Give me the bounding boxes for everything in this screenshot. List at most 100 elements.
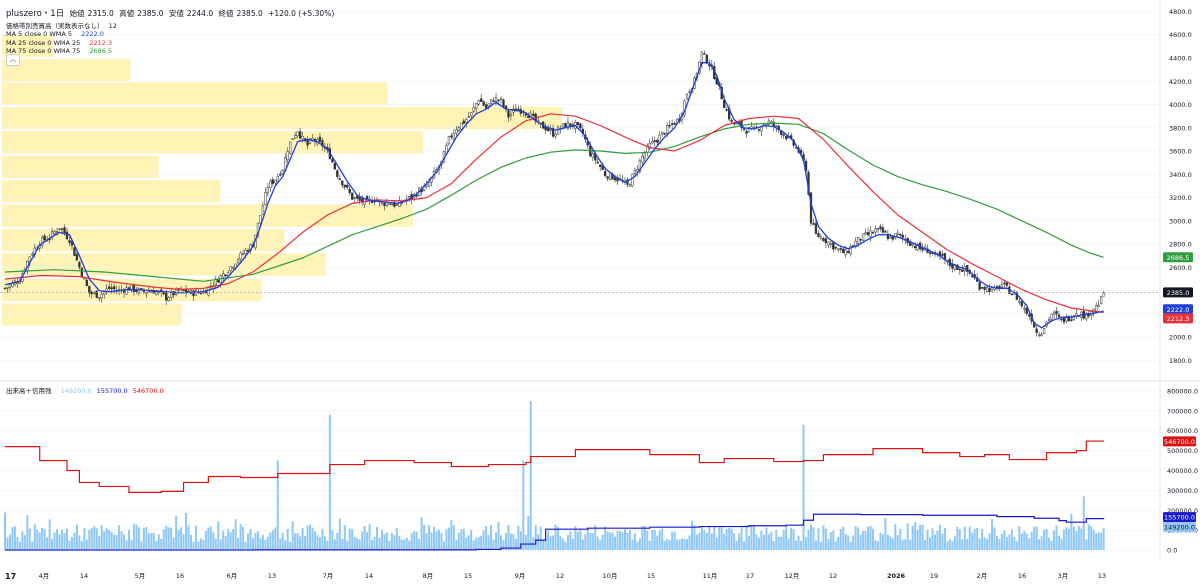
candle-body <box>455 129 458 134</box>
volume-bar <box>938 524 941 551</box>
ma5-legend[interactable]: MA 5 close 0 WMA 5 2222.0 <box>6 30 107 38</box>
ma25-value: 2212.3 <box>89 39 113 47</box>
volume-bar <box>100 525 103 551</box>
volume-bar <box>810 524 812 551</box>
volume-axis[interactable]: 800000.0 700000.0 600000.0 500000.0 400000.0… <box>1163 387 1198 555</box>
volume-bar <box>1005 536 1008 551</box>
volume-legend[interactable]: 出来高＋信用残 149200.0 155700.0 546700.0 <box>6 385 167 395</box>
ma25-legend[interactable]: MA 25 close 0 WMA 25 2212.3 <box>6 39 115 47</box>
candle-body <box>383 202 386 206</box>
volume-bar <box>983 537 986 551</box>
volume-bar <box>720 527 723 551</box>
volume-bar <box>1102 527 1105 551</box>
volume-bar <box>16 536 19 551</box>
price-tick-label: 3800.0 <box>1169 124 1192 132</box>
volume-bar <box>247 533 250 551</box>
time-tick-label: 12月 <box>785 572 800 580</box>
volume-bar <box>31 541 34 551</box>
volume-bar <box>343 525 346 551</box>
volume-bar <box>621 532 624 551</box>
volume-bar <box>896 534 899 551</box>
volume-bar <box>641 525 644 551</box>
volume-bar <box>772 540 775 551</box>
volume-bar <box>182 534 185 551</box>
volume-bar <box>18 541 21 551</box>
volume-bar <box>175 515 178 551</box>
volume-bar <box>941 533 944 551</box>
volume-bar <box>658 530 661 551</box>
volume-bar <box>906 523 909 551</box>
time-tick-label: 3月 <box>1058 572 1069 580</box>
volume-bar <box>348 528 351 551</box>
volume-bar <box>1003 530 1006 551</box>
candle-body <box>1038 334 1041 336</box>
time-tick-label: 10月 <box>603 572 618 580</box>
volume-bar <box>157 534 160 551</box>
candle-body <box>110 287 113 290</box>
candle-body <box>333 163 336 170</box>
candle-body <box>266 187 270 194</box>
candle-body <box>834 246 837 249</box>
volume-bar <box>234 519 237 551</box>
volume-bar <box>242 526 245 551</box>
volume-bar <box>1008 534 1011 551</box>
candle-body <box>606 176 609 179</box>
volume-bar <box>844 534 847 551</box>
candle-body <box>65 231 69 240</box>
volume-bar <box>28 528 31 551</box>
volume-bar <box>227 529 230 551</box>
volume-bar <box>948 539 951 551</box>
chart-canvas[interactable]: 4800.0 4600.0 4400.0 4200.0 4000.0 3800.0 3600… <box>0 0 1200 586</box>
ma75-legend[interactable]: MA 75 close 0 WMA 75 2686.5 <box>6 47 115 55</box>
volume-bar <box>631 539 634 551</box>
volume-profile-bar <box>2 253 326 276</box>
volume-bar <box>628 529 631 551</box>
volume-bar <box>452 525 455 551</box>
candle-body <box>661 131 664 135</box>
volume-bar <box>165 525 168 551</box>
candle-body <box>484 104 488 109</box>
ma5-label: MA 5 close 0 WMA 5 <box>6 30 73 38</box>
volume-bar <box>725 529 728 551</box>
candle-body <box>480 98 483 102</box>
volume-bar <box>581 539 584 551</box>
candle-body <box>879 226 882 230</box>
volume-bar <box>549 536 552 551</box>
candle-body <box>98 297 101 299</box>
volume-bar <box>1023 530 1026 551</box>
volume-tick-label: 0.0 <box>1167 547 1177 555</box>
tradingview-logo-icon[interactable]: 17 <box>5 572 16 581</box>
symbol-title[interactable]: pluszero・1日 <box>6 9 64 19</box>
ma75-value: 2686.5 <box>89 47 113 55</box>
candle-body <box>549 129 552 131</box>
volume-bar <box>281 532 284 551</box>
chevron-up-icon[interactable]: ︿ <box>6 54 20 66</box>
low-value: 2244.0 <box>186 9 214 18</box>
candle-body <box>353 197 356 200</box>
candle-body <box>1028 314 1031 317</box>
price-axis[interactable]: 4800.0 4600.0 4400.0 4200.0 4000.0 3800.0 3600… <box>1163 8 1193 365</box>
volume-bar <box>323 536 326 551</box>
candle-body <box>599 164 602 167</box>
volume-bar <box>715 537 718 551</box>
volume-bar <box>219 539 222 551</box>
volume-bar <box>465 537 468 551</box>
candle-body <box>73 247 76 256</box>
volume-bar <box>403 539 406 551</box>
margin-buy-tag: 155700.0 <box>1164 514 1195 522</box>
volume-bar <box>1048 537 1051 551</box>
volume-bar <box>23 535 26 551</box>
time-tick-label: 7月 <box>323 572 334 580</box>
time-axis[interactable]: 4月 14 5月 16 6月 13 7月 14 8月 15 9月 12 10月 15 11月 17 12月 12 2… <box>39 572 1106 580</box>
candle-body <box>1025 307 1028 314</box>
candle-body <box>165 292 168 301</box>
candle-body <box>462 120 465 124</box>
volume-bar <box>495 532 498 551</box>
candle-body <box>911 243 914 246</box>
volume-bar <box>1095 533 1098 551</box>
volume-bar <box>936 530 939 551</box>
volume-bar <box>6 537 9 551</box>
candle-body <box>874 228 877 233</box>
volume-profile-legend[interactable]: 価格帯別売買高（実数表示なし） 12 <box>6 20 120 30</box>
volume-bar <box>1060 538 1063 551</box>
